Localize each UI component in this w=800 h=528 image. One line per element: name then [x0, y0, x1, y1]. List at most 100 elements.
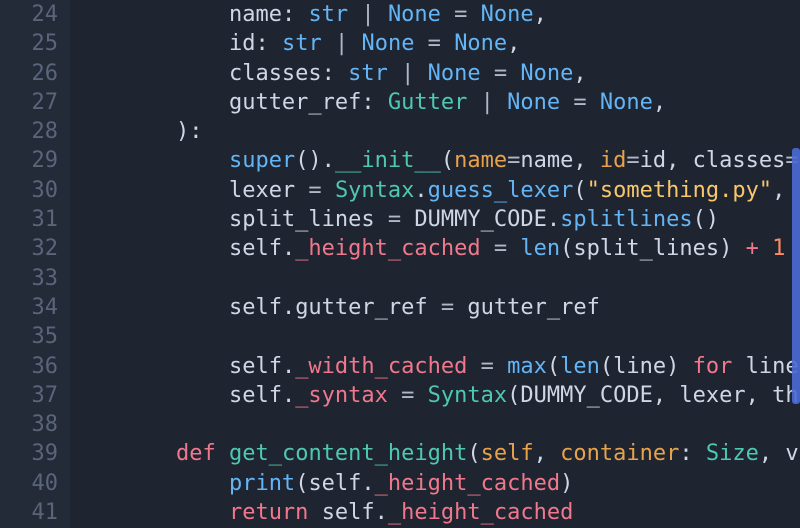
line-content[interactable]: print(self._height_cached) [70, 469, 800, 498]
line-content[interactable]: ): [70, 117, 800, 146]
token: guess_lexer [428, 178, 574, 203]
line-number: 28 [0, 117, 70, 146]
code-line[interactable]: 38 [0, 410, 800, 439]
line-content[interactable]: super().__init__(name=name, id=id, class… [70, 146, 800, 175]
token: ): [176, 119, 203, 144]
token: id [229, 31, 256, 56]
line-content[interactable]: classes: str | None = None, [70, 59, 800, 88]
line-content[interactable]: id: str | None = None, [70, 29, 800, 58]
token: get_content_height [229, 441, 467, 466]
token: DUMMY_CODE [414, 207, 546, 232]
token: None [388, 2, 441, 27]
token: , [653, 383, 680, 408]
code-line[interactable]: 39 def get_content_height(self, containe… [0, 439, 800, 468]
line-content[interactable] [70, 322, 800, 351]
token: self [308, 471, 361, 496]
line-content[interactable]: lexer = Syntax.guess_lexer("something.py… [70, 176, 800, 205]
token: def [176, 441, 216, 466]
token: str [282, 31, 322, 56]
line-number: 27 [0, 88, 70, 117]
code-line[interactable]: 37 self._syntax = Syntax(DUMMY_CODE, lex… [0, 381, 800, 410]
token: = [428, 295, 468, 320]
token: , [534, 2, 547, 27]
token: return [229, 500, 308, 525]
token: . [282, 354, 295, 379]
token: ( [547, 354, 560, 379]
token: v [785, 441, 798, 466]
code-line[interactable]: 33 [0, 264, 800, 293]
line-content[interactable]: return self._height_cached [70, 498, 800, 527]
token: = [414, 31, 454, 56]
token: str [308, 2, 348, 27]
token: split_lines [229, 207, 375, 232]
line-number: 31 [0, 205, 70, 234]
code-line[interactable]: 40 print(self._height_cached) [0, 469, 800, 498]
code-editor[interactable]: 24 name: str | None = None,25 id: str | … [0, 0, 800, 528]
line-content[interactable]: gutter_ref: Gutter | None = None, [70, 88, 800, 117]
token: , [653, 90, 666, 115]
token: _height_cached [375, 471, 560, 496]
code-line[interactable]: 34 self.gutter_ref = gutter_ref [0, 293, 800, 322]
token: | [322, 31, 362, 56]
line-content[interactable] [70, 410, 800, 439]
code-line[interactable]: 30 lexer = Syntax.guess_lexer("something… [0, 176, 800, 205]
token: . [282, 383, 295, 408]
token: ( [467, 441, 480, 466]
token: = [626, 148, 639, 173]
token: self [229, 383, 282, 408]
token: super [229, 148, 295, 173]
token: None [520, 61, 573, 86]
line-number: 38 [0, 410, 70, 439]
token: lexer [679, 383, 745, 408]
token: . [282, 295, 295, 320]
line-number: 29 [0, 146, 70, 175]
token: self [229, 354, 282, 379]
code-area[interactable]: 24 name: str | None = None,25 id: str | … [0, 0, 800, 527]
token: gutter_ref [467, 295, 599, 320]
code-line[interactable]: 24 name: str | None = None, [0, 0, 800, 29]
code-line[interactable]: 28 ): [0, 117, 800, 146]
code-line[interactable]: 32 self._height_cached = len(split_lines… [0, 234, 800, 263]
token: ( [600, 354, 613, 379]
line-number: 41 [0, 498, 70, 527]
line-content[interactable]: self._width_cached = max(len(line) for l… [70, 352, 800, 381]
code-line[interactable]: 36 self._width_cached = max(len(line) fo… [0, 352, 800, 381]
token: DUMMY_CODE [520, 383, 652, 408]
code-line[interactable]: 25 id: str | None = None, [0, 29, 800, 58]
line-content[interactable] [70, 264, 800, 293]
line-number: 35 [0, 322, 70, 351]
token: classes [693, 148, 786, 173]
token [308, 500, 321, 525]
token: line [613, 354, 666, 379]
token: None [481, 2, 534, 27]
code-line[interactable]: 31 split_lines = DUMMY_CODE.splitlines() [0, 205, 800, 234]
line-content[interactable]: self._syntax = Syntax(DUMMY_CODE, lexer,… [70, 381, 800, 410]
token: None [600, 90, 653, 115]
token: None [454, 31, 507, 56]
token: = [560, 90, 600, 115]
code-line[interactable]: 29 super().__init__(name=name, id=id, cl… [0, 146, 800, 175]
token: = [388, 383, 428, 408]
token: Syntax [428, 383, 507, 408]
line-number: 37 [0, 381, 70, 410]
line-content[interactable]: def get_content_height(self, container: … [70, 439, 800, 468]
code-line[interactable]: 26 classes: str | None = None, [0, 59, 800, 88]
token: len [560, 354, 600, 379]
line-content[interactable]: split_lines = DUMMY_CODE.splitlines() [70, 205, 800, 234]
token: line [732, 354, 798, 379]
token: lexer [229, 178, 295, 203]
token: None [361, 31, 414, 56]
code-line[interactable]: 35 [0, 322, 800, 351]
scrollbar-thumb[interactable] [792, 148, 800, 404]
line-number: 24 [0, 0, 70, 29]
token: ( [573, 178, 586, 203]
line-content[interactable]: self.gutter_ref = gutter_ref [70, 293, 800, 322]
token: self [481, 441, 534, 466]
line-content[interactable]: name: str | None = None, [70, 0, 800, 29]
code-line[interactable]: 27 gutter_ref: Gutter | None = None, [0, 88, 800, 117]
line-content[interactable]: self._height_cached = len(split_lines) +… [70, 234, 800, 263]
code-line[interactable]: 41 return self._height_cached [0, 498, 800, 527]
line-number: 40 [0, 469, 70, 498]
token: . [361, 471, 374, 496]
line-number: 39 [0, 439, 70, 468]
